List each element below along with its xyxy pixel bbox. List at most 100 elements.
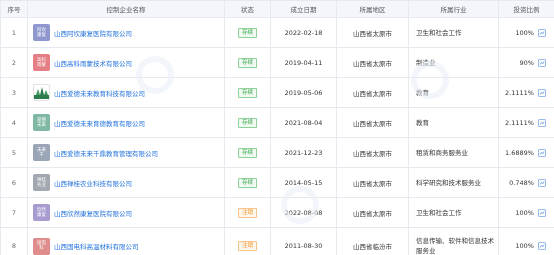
company-logo: 阿坎 康复 xyxy=(33,24,50,41)
company-cell: 爱德 未来 山西爱德未来育德教育有限公司 xyxy=(27,107,225,138)
status-cell: 存续 xyxy=(224,77,271,108)
ratio-cell: 2.1111% xyxy=(498,77,554,108)
region-cell: 山西省太原市 xyxy=(336,137,409,168)
table-row: 5 未来千 山西爱德未来千鼎教育管理有限公司 存续 2021-12-23 山西省… xyxy=(0,137,554,168)
status-badge: 注销 xyxy=(237,241,257,251)
row-index: 2 xyxy=(0,47,28,78)
date-cell: 2021-08-04 xyxy=(270,107,337,138)
row-index: 6 xyxy=(0,167,28,198)
industry-cell: 教育 xyxy=(408,107,499,138)
industry-cell: 卫生和社会工作 xyxy=(408,17,499,48)
status-badge: 存续 xyxy=(237,27,257,38)
ratio-cell: 1.6889% xyxy=(498,137,554,168)
date-cell: 2011-08-30 xyxy=(270,227,337,255)
ratio-cell: 0.748% xyxy=(498,167,554,198)
row-index: 5 xyxy=(0,137,28,168)
control-chart-icon[interactable] xyxy=(538,58,546,67)
company-logo xyxy=(33,84,50,101)
company-name-link[interactable]: 山西爱德未来教育科技有限公司 xyxy=(54,88,145,98)
row-index: 8 xyxy=(0,227,28,255)
table-row: 8 国电科 山西国电科高温材料有限公司 注销 2011-08-30 山西省临汾市… xyxy=(0,227,554,255)
industry-cell: 租赁和商务服务业 xyxy=(408,137,499,168)
company-name-link[interactable]: 山西爱德未来育德教育有限公司 xyxy=(54,118,145,128)
controlled-companies-table: 序号 控制企业名称 状态 成立日期 所属地区 所属行业 投资比例 1 阿坎 康复 … xyxy=(0,0,554,255)
ratio-value: 100% xyxy=(515,28,534,37)
company-cell: 禅桂 农业 山西禅桂农业科技有限公司 xyxy=(27,167,225,198)
region-cell: 山西省临汾市 xyxy=(336,227,409,255)
ratio-value: 1.6889% xyxy=(505,148,534,157)
company-cell: 阿坎 康复 山西阿坎康复医院有限公司 xyxy=(27,17,225,48)
industry-cell: 教育 xyxy=(408,77,499,108)
control-chart-icon[interactable] xyxy=(538,242,546,250)
header-ratio: 投资比例 xyxy=(498,0,554,18)
date-cell: 2014-05-15 xyxy=(270,167,337,198)
company-name-link[interactable]: 山西欣然康复医院有限公司 xyxy=(54,208,132,218)
company-logo: 高科 雨蒙 xyxy=(33,54,50,71)
status-cell: 存续 xyxy=(224,137,271,168)
region-cell: 山西省太原市 xyxy=(336,47,409,78)
ratio-value: 2.1111% xyxy=(505,88,534,97)
table-row: 4 爱德 未来 山西爱德未来育德教育有限公司 存续 2021-08-04 山西省太… xyxy=(0,107,554,138)
company-logo: 欣然 康复 xyxy=(33,204,50,221)
company-cell: 高科 雨蒙 山西高科雨蒙技术有限公司 xyxy=(27,47,225,78)
status-badge: 存续 xyxy=(237,147,257,158)
region-cell: 山西省太原市 xyxy=(336,197,409,228)
company-name-link[interactable]: 山西爱德未来千鼎教育管理有限公司 xyxy=(54,148,158,158)
table-row: 1 阿坎 康复 山西阿坎康复医院有限公司 存续 2022-02-18 山西省太原市… xyxy=(0,17,554,48)
row-index: 7 xyxy=(0,197,28,228)
status-cell: 存续 xyxy=(224,167,271,198)
ratio-value: 100% xyxy=(515,208,534,217)
company-logo: 爱德 未来 xyxy=(33,114,50,131)
ratio-cell: 100% xyxy=(498,197,554,228)
table-row: 7 欣然 康复 山西欣然康复医院有限公司 注销 2022-08-08 山西省太原市… xyxy=(0,197,554,228)
ratio-value: 90% xyxy=(519,58,534,67)
control-chart-icon[interactable] xyxy=(538,148,546,157)
company-cell: 未来千 山西爱德未来千鼎教育管理有限公司 xyxy=(27,137,225,168)
status-cell: 存续 xyxy=(224,107,271,138)
company-name-link[interactable]: 山西高科雨蒙技术有限公司 xyxy=(54,58,132,68)
region-cell: 山西省太原市 xyxy=(336,77,409,108)
date-cell: 2019-04-11 xyxy=(270,47,337,78)
company-logo: 国电科 xyxy=(33,237,50,255)
status-cell: 存续 xyxy=(224,17,271,48)
status-cell: 存续 xyxy=(224,47,271,78)
company-cell: 欣然 康复 山西欣然康复医院有限公司 xyxy=(27,197,225,228)
control-chart-icon[interactable] xyxy=(538,178,546,187)
control-chart-icon[interactable] xyxy=(538,28,546,37)
region-cell: 山西省太原市 xyxy=(336,107,409,138)
tree-building-logo-icon xyxy=(34,87,49,99)
table-row: 2 高科 雨蒙 山西高科雨蒙技术有限公司 存续 2019-04-11 山西省太原市… xyxy=(0,47,554,78)
company-name-link[interactable]: 山西国电科高温材料有限公司 xyxy=(54,241,139,251)
status-badge: 注销 xyxy=(237,207,257,218)
industry-cell: 信息传输、软件和信息技术服务业 xyxy=(408,227,499,255)
table-row: 6 禅桂 农业 山西禅桂农业科技有限公司 存续 2014-05-15 山西省太原市… xyxy=(0,167,554,198)
row-index: 3 xyxy=(0,77,28,108)
ratio-value: 100% xyxy=(515,242,534,250)
date-cell: 2021-12-23 xyxy=(270,137,337,168)
header-date: 成立日期 xyxy=(270,0,337,18)
ratio-cell: 90% xyxy=(498,47,554,78)
company-name-link[interactable]: 山西禅桂农业科技有限公司 xyxy=(54,178,132,188)
status-badge: 存续 xyxy=(237,57,257,68)
company-logo: 未来千 xyxy=(33,144,50,161)
control-chart-icon[interactable] xyxy=(538,118,546,127)
region-cell: 山西省太原市 xyxy=(336,167,409,198)
status-badge: 存续 xyxy=(237,87,257,98)
industry-cell: 制造业 xyxy=(408,47,499,78)
industry-cell: 卫生和社会工作 xyxy=(408,197,499,228)
date-cell: 2019-05-06 xyxy=(270,77,337,108)
region-cell: 山西省太原市 xyxy=(336,17,409,48)
status-badge: 存续 xyxy=(237,117,257,128)
header-region: 所属地区 xyxy=(336,0,409,18)
company-logo: 禅桂 农业 xyxy=(33,174,50,191)
status-cell: 注销 xyxy=(224,227,271,255)
status-badge: 存续 xyxy=(237,177,257,188)
company-cell: 国电科 山西国电科高温材料有限公司 xyxy=(27,227,225,255)
date-cell: 2022-08-08 xyxy=(270,197,337,228)
ratio-cell: 100% xyxy=(498,17,554,48)
industry-cell: 科学研究和技术服务业 xyxy=(408,167,499,198)
control-chart-icon[interactable] xyxy=(538,208,546,217)
ratio-value: 2.1111% xyxy=(505,118,534,127)
control-chart-icon[interactable] xyxy=(538,88,546,97)
company-name-link[interactable]: 山西阿坎康复医院有限公司 xyxy=(54,28,132,38)
